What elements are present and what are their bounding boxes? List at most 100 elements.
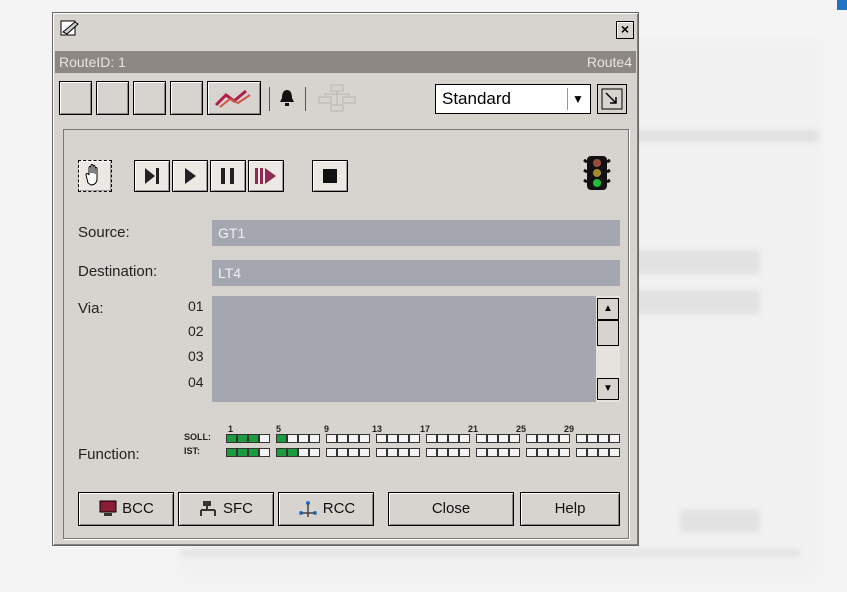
toolbar-slot-2[interactable] <box>96 81 129 115</box>
function-bit-ist <box>509 448 520 457</box>
function-bit-ist <box>587 448 598 457</box>
toolbar-separator <box>269 87 270 111</box>
function-bit-soll <box>609 434 620 443</box>
function-bit-number: 29 <box>564 424 575 434</box>
function-bit-ist <box>337 448 348 457</box>
function-bit-soll <box>576 434 587 443</box>
function-bit-number: 1 <box>228 424 234 434</box>
function-bit-soll <box>509 434 520 443</box>
function-bit-soll <box>498 434 509 443</box>
help-button[interactable]: Help <box>520 492 620 526</box>
function-bit-ist <box>559 448 570 457</box>
function-bit-ist <box>537 448 548 457</box>
function-bit-soll <box>548 434 559 443</box>
function-bit-soll <box>376 434 387 443</box>
function-bit-soll <box>359 434 370 443</box>
function-bit-number: 5 <box>276 424 282 434</box>
play-icon[interactable] <box>172 160 208 192</box>
function-bit-soll <box>348 434 359 443</box>
source-label: Source: <box>78 224 130 241</box>
traffic-light-icon <box>582 154 612 199</box>
scroll-up-icon[interactable]: ▲ <box>597 298 619 320</box>
function-bit-soll <box>226 434 237 443</box>
function-bit-number: 25 <box>516 424 527 434</box>
hand-icon[interactable] <box>78 160 112 192</box>
app-icon <box>59 18 81 43</box>
destination-field[interactable]: LT4 <box>212 260 620 286</box>
function-bit-ist <box>498 448 509 457</box>
sfc-icon <box>200 501 216 517</box>
function-bit-soll <box>237 434 248 443</box>
stop-icon[interactable] <box>312 160 348 192</box>
scroll-thumb[interactable] <box>597 320 619 346</box>
title-bar: × <box>55 15 636 43</box>
function-bit-ist <box>287 448 298 457</box>
function-bit-ist <box>259 448 270 457</box>
chevron-down-icon[interactable]: ▼ <box>567 88 588 110</box>
step-forward-icon[interactable] <box>134 160 170 192</box>
bcc-label: BCC <box>122 500 154 517</box>
function-bit-soll <box>276 434 287 443</box>
function-bit-soll <box>298 434 309 443</box>
function-bit-soll <box>287 434 298 443</box>
function-bit-ist <box>398 448 409 457</box>
function-bit-ist <box>437 448 448 457</box>
pause-icon[interactable] <box>210 160 246 192</box>
bcc-button[interactable]: BCC <box>78 492 174 526</box>
function-bit-soll <box>459 434 470 443</box>
function-bit-ist <box>526 448 537 457</box>
close-icon[interactable]: × <box>616 21 634 39</box>
toolbar-slot-4[interactable] <box>170 81 203 115</box>
function-bit-ist <box>548 448 559 457</box>
source-field[interactable]: GT1 <box>212 220 620 246</box>
function-bit-soll <box>387 434 398 443</box>
toolbar-separator <box>305 87 306 111</box>
function-bit-ist <box>298 448 309 457</box>
function-bit-soll <box>598 434 609 443</box>
rcc-button[interactable]: RCC <box>278 492 374 526</box>
function-bit-ist <box>409 448 420 457</box>
via-number-01: 01 <box>188 298 204 314</box>
function-bit-ist <box>376 448 387 457</box>
soll-label: SOLL: <box>184 432 211 442</box>
function-bit-soll <box>587 434 598 443</box>
via-number-04: 04 <box>188 374 204 390</box>
function-bit-ist <box>309 448 320 457</box>
function-bit-soll <box>448 434 459 443</box>
mode-select[interactable]: Standard ▼ <box>435 84 591 114</box>
function-bit-number: 21 <box>468 424 479 434</box>
function-bit-ist <box>476 448 487 457</box>
function-bit-ist <box>609 448 620 457</box>
network-structure-icon[interactable] <box>315 83 359 118</box>
maximize-icon[interactable] <box>597 84 627 114</box>
function-bit-ist <box>226 448 237 457</box>
slow-play-icon[interactable] <box>248 160 284 192</box>
route-graph-button[interactable] <box>207 81 261 115</box>
sfc-label: SFC <box>223 500 253 517</box>
via-scrollbar[interactable]: ▲ ▼ <box>596 296 620 402</box>
close-button[interactable]: Close <box>388 492 514 526</box>
function-bit-soll <box>437 434 448 443</box>
function-bit-number: 13 <box>372 424 383 434</box>
monitor-icon <box>99 500 117 517</box>
rcc-label: RCC <box>322 500 356 517</box>
function-bit-ist <box>448 448 459 457</box>
function-bit-ist <box>237 448 248 457</box>
function-bit-ist <box>387 448 398 457</box>
route-panel: Source: GT1 Destination: LT4 Via: 01 02 … <box>63 129 629 539</box>
toolbar-slot-1[interactable] <box>59 81 92 115</box>
bell-icon[interactable] <box>277 87 297 114</box>
via-list[interactable] <box>212 296 596 402</box>
scroll-down-icon[interactable]: ▼ <box>597 378 619 400</box>
function-label: Function: <box>78 446 140 463</box>
function-bit-soll <box>476 434 487 443</box>
route-dialog: × RouteID: 1 Route4 Standard ▼ Source: G… <box>52 12 639 546</box>
mode-select-value: Standard <box>442 89 511 108</box>
ist-label: IST: <box>184 446 201 456</box>
function-bit-ist <box>276 448 287 457</box>
function-bit-number: 17 <box>420 424 431 434</box>
toolbar-slot-3[interactable] <box>133 81 166 115</box>
sfc-button[interactable]: SFC <box>178 492 274 526</box>
function-bit-soll <box>559 434 570 443</box>
function-bit-soll <box>409 434 420 443</box>
